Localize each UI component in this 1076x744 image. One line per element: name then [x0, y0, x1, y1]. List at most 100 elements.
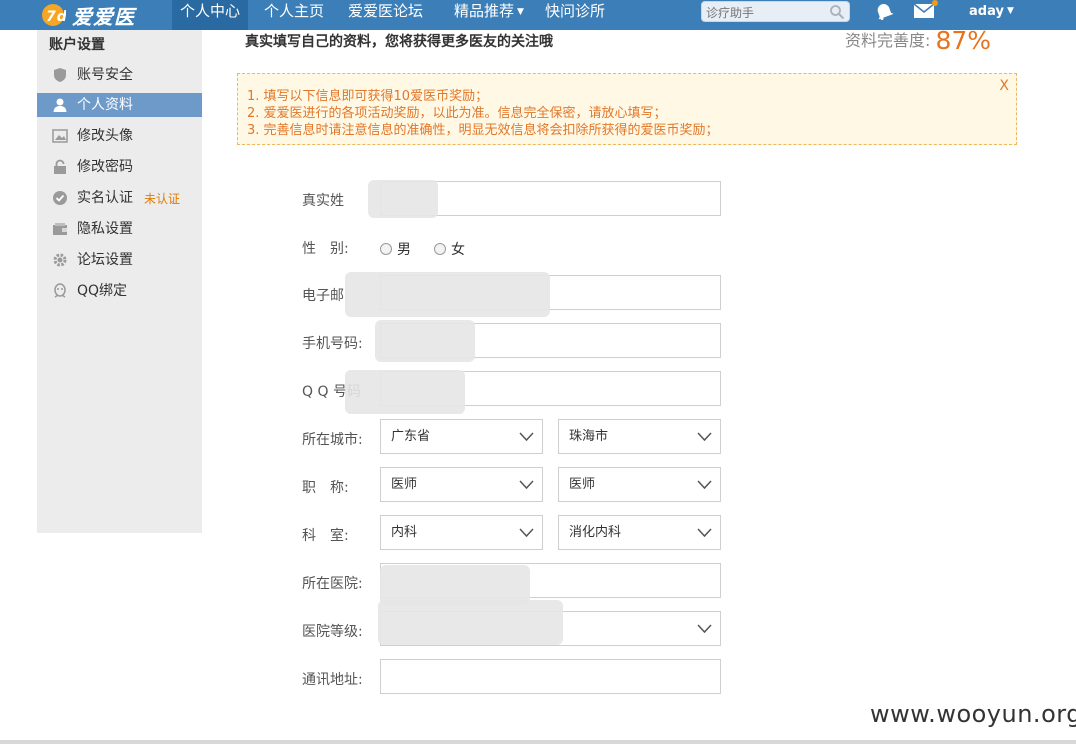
select-value: 珠海市: [569, 429, 609, 444]
nav-item-personal-center[interactable]: 个人中心: [172, 0, 249, 30]
job-title-sub-select[interactable]: 医师: [558, 467, 721, 502]
gender-male-radio[interactable]: 男: [380, 239, 411, 259]
profile-completeness: 资料完善度: 87%: [845, 26, 991, 55]
notification-dot: [932, 0, 938, 6]
close-notice-button[interactable]: X: [999, 78, 1009, 94]
bottom-divider: [0, 740, 1076, 744]
sidebar-item-privacy-settings[interactable]: 隐私设置: [37, 217, 202, 241]
site-logo[interactable]: 7d 爱爱医: [40, 0, 135, 30]
phone-label: 手机号码:: [302, 336, 363, 352]
profile-intro-text: 真实填写自己的资料，您将获得更多医友的关注哦: [245, 34, 553, 50]
username: aday: [969, 4, 1004, 19]
sidebar-title: 账户设置: [49, 37, 105, 53]
sidebar-item-change-password[interactable]: 修改密码: [37, 155, 202, 179]
sidebar-item-profile[interactable]: 个人资料: [37, 93, 202, 117]
chevron-down-icon: [697, 624, 712, 634]
sidebar-item-label: 个人资料: [77, 97, 133, 113]
sidebar-item-label: 修改头像: [77, 128, 133, 144]
chevron-down-icon: [697, 528, 712, 538]
unverified-badge: 未认证: [144, 192, 181, 206]
sub-department-select[interactable]: 消化内科: [558, 515, 721, 550]
redacted-blur: [375, 320, 475, 362]
gender-female-radio[interactable]: 女: [434, 239, 465, 259]
sidebar-item-account-security[interactable]: 账号安全: [37, 63, 202, 87]
select-value: 消化内科: [569, 525, 622, 540]
city-select[interactable]: 珠海市: [558, 419, 721, 454]
redacted-blur: [368, 180, 438, 218]
nav-item-forum[interactable]: 爱爱医论坛: [340, 0, 431, 30]
sidebar-item-label: 账号安全: [77, 67, 133, 83]
caret-down-icon: ▼: [517, 7, 524, 17]
completeness-label: 资料完善度:: [845, 31, 931, 50]
radio-circle-icon: [434, 243, 446, 255]
select-value: 医师: [391, 477, 418, 492]
hospital-label: 所在医院:: [302, 576, 363, 592]
sidebar-item-change-avatar[interactable]: 修改头像: [37, 124, 202, 148]
check-circle-icon: [53, 191, 67, 205]
nav-label: 精品推荐: [454, 2, 515, 20]
sidebar-item-label: QQ绑定: [77, 283, 128, 299]
job-title-select[interactable]: 医师: [380, 467, 543, 502]
search-box: [701, 1, 850, 23]
nav-label: 快问诊所: [545, 2, 606, 20]
radio-circle-icon: [380, 243, 392, 255]
sidebar-item-label: 修改密码: [77, 159, 133, 175]
wallet-icon: [53, 223, 67, 235]
svg-text:7d: 7d: [46, 9, 66, 25]
logo-mark-icon: 7d: [42, 4, 66, 26]
province-select[interactable]: 广东省: [380, 419, 543, 454]
nav-item-personal-homepage[interactable]: 个人主页: [256, 0, 332, 30]
user-menu[interactable]: aday ▼: [969, 0, 1014, 22]
redacted-blur: [345, 370, 465, 414]
radio-label: 男: [397, 242, 411, 258]
search-icon[interactable]: [829, 4, 845, 20]
real-name-label: 真实姓: [302, 193, 344, 209]
sidebar-item-forum-settings[interactable]: 论坛设置: [37, 248, 202, 272]
sidebar-item-label: 实名认证: [77, 190, 133, 206]
shield-icon: [54, 68, 66, 82]
department-select[interactable]: 内科: [380, 515, 543, 550]
gender-label: 性 别:: [302, 241, 349, 257]
redacted-blur: [345, 272, 550, 317]
qq-icon: [54, 283, 66, 298]
gear-icon: [53, 253, 67, 267]
radio-label: 女: [451, 242, 465, 258]
sidebar-item-qq-binding[interactable]: QQ绑定: [37, 279, 202, 303]
logo-text: 爱爱医: [72, 4, 135, 29]
sidebar-item-label: 隐私设置: [77, 221, 133, 237]
nav-item-quick-clinic[interactable]: 快问诊所: [537, 0, 613, 30]
chevron-down-icon: [519, 480, 534, 490]
chevron-down-icon: [519, 432, 534, 442]
nav-item-recommended[interactable]: 精品推荐 ▼: [446, 0, 532, 30]
account-settings-sidebar: 账户设置 账号安全 个人资料 修改头像 修改密码 实名认证 未认证 隐私设置 论…: [37, 30, 202, 533]
sidebar-item-label: 论坛设置: [77, 252, 133, 268]
address-input[interactable]: [380, 659, 721, 694]
lock-icon: [54, 159, 66, 174]
notice-line: 3. 完善信息时请注意信息的准确性，明显无效信息将会扣除所获得的爱医币奖励；: [247, 123, 719, 138]
nav-label: 个人主页: [264, 2, 325, 20]
address-label: 通讯地址:: [302, 672, 363, 688]
nav-label: 个人中心: [180, 2, 241, 20]
image-icon: [52, 129, 68, 143]
chevron-down-icon: [697, 480, 712, 490]
reward-notice: 1. 填写以下信息即可获得10爱医币奖励； 2. 爱爱医进行的各项活动奖励，以此…: [237, 73, 1017, 145]
department-label: 科 室:: [302, 528, 349, 544]
email-label: 电子邮: [302, 288, 344, 304]
job-title-label: 职 称:: [302, 480, 349, 496]
nav-label: 爱爱医论坛: [348, 2, 424, 20]
redacted-blur: [378, 600, 563, 645]
bell-icon[interactable]: [874, 2, 894, 20]
select-value: 广东省: [391, 429, 431, 444]
mail-icon[interactable]: [913, 3, 935, 19]
sidebar-item-real-name-verification[interactable]: 实名认证 未认证: [37, 186, 202, 210]
search-input[interactable]: [702, 3, 828, 23]
user-icon: [53, 98, 67, 112]
select-value: 医师: [569, 477, 596, 492]
caret-down-icon: ▼: [1006, 6, 1014, 16]
completeness-value: 87%: [935, 26, 992, 55]
chevron-down-icon: [697, 432, 712, 442]
watermark-text: www.wooyun.org: [870, 700, 1076, 728]
select-value: 内科: [391, 525, 418, 540]
chevron-down-icon: [519, 528, 534, 538]
city-label: 所在城市:: [302, 432, 363, 448]
